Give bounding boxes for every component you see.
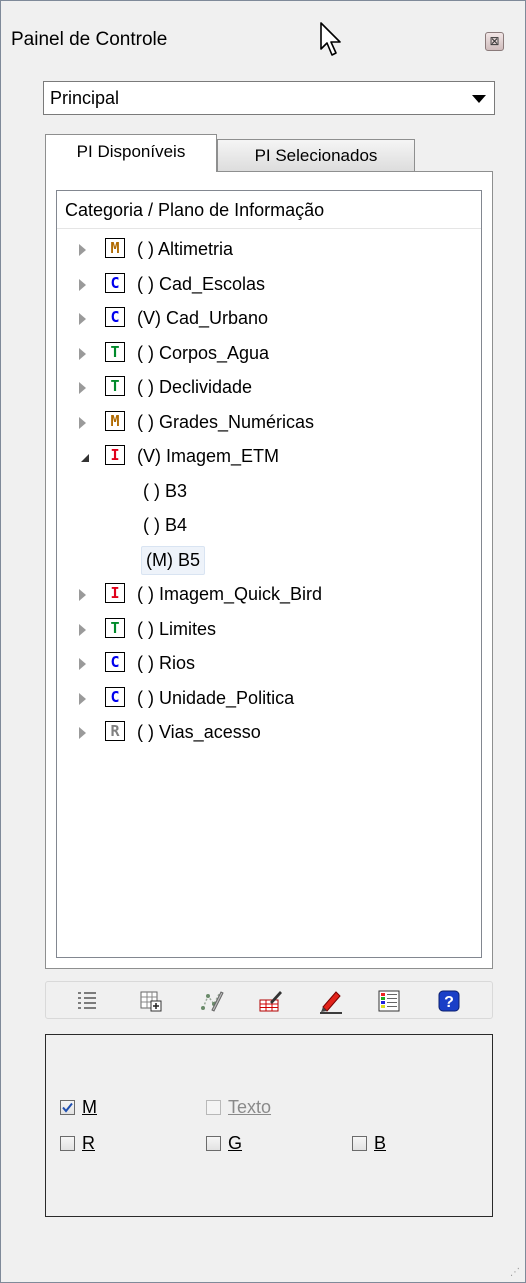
tree-item[interactable]: T ( ) Corpos_Agua: [57, 337, 481, 371]
checkbox-m-label[interactable]: M: [82, 1097, 97, 1118]
tree-item-label: ( ) Corpos_Agua: [137, 342, 270, 363]
tree-child-label: ( ) B3: [143, 480, 188, 501]
layer-tree[interactable]: Categoria / Plano de Informação M ( ) Alt…: [56, 190, 482, 958]
tree-item[interactable]: T ( ) Limites: [57, 613, 481, 647]
collapsed-arrow-icon[interactable]: [79, 658, 86, 670]
collapsed-arrow-icon[interactable]: [79, 692, 86, 705]
tree-item[interactable]: I ( ) Imagem_Quick_Bird: [57, 578, 481, 612]
close-button[interactable]: ⊠: [485, 32, 504, 51]
checkbox-b-label[interactable]: B: [374, 1133, 386, 1154]
collapsed-arrow-icon[interactable]: [79, 727, 86, 739]
layer-type-badge: C: [105, 272, 125, 293]
tree-item-label: ( ) Cad_Escolas: [137, 273, 266, 294]
toolbar: ?: [45, 981, 493, 1019]
list-icon[interactable]: [74, 988, 100, 1014]
tree-item[interactable]: C ( ) Unidade_Politica: [57, 682, 481, 716]
tree-item[interactable]: C ( ) Cad_Escolas: [57, 268, 481, 302]
collapsed-arrow-icon[interactable]: [79, 347, 86, 360]
mouse-cursor-icon: [320, 22, 341, 56]
checkbox-texto-label: Texto: [228, 1097, 272, 1117]
title-bar[interactable]: Painel de Controle ⊠: [1, 1, 525, 63]
tab-panel: Categoria / Plano de Informação M ( ) Alt…: [45, 171, 493, 969]
tree-child-item[interactable]: ( ) B3: [57, 475, 481, 509]
collapsed-arrow-icon[interactable]: [79, 382, 86, 394]
view-select-value: Principal: [50, 88, 120, 108]
checkbox-r[interactable]: [60, 1136, 75, 1151]
layer-type-badge: T: [105, 376, 125, 396]
layer-type-badge: I: [105, 445, 125, 465]
edit-points-icon[interactable]: [198, 988, 224, 1014]
tree-item[interactable]: I (V) Imagem_ETM: [57, 440, 481, 474]
checkbox-r-label[interactable]: R: [82, 1133, 95, 1154]
tree-item[interactable]: C ( ) Rios: [57, 647, 481, 681]
tree-item-label: ( ) Altimetria: [137, 239, 234, 259]
tab-pi-selecionados[interactable]: PI Selecionados: [217, 139, 415, 172]
layer-type-badge: C: [105, 686, 125, 707]
layer-type-badge: C: [105, 652, 125, 672]
tree-item-label: ( ) Grades_Numéricas: [137, 411, 315, 432]
close-icon: ⊠: [489, 34, 500, 48]
tree-item-label: ( ) Limites: [137, 618, 217, 639]
add-table-icon[interactable]: [138, 988, 164, 1014]
tree-item[interactable]: C (V) Cad_Urbano: [57, 302, 481, 336]
layer-type-badge: M: [105, 410, 125, 431]
tree-child-label: (M) B5: [141, 545, 205, 575]
collapsed-arrow-icon[interactable]: [79, 416, 86, 429]
checkbox-b[interactable]: [352, 1136, 367, 1151]
window-title: Painel de Controle: [11, 29, 168, 50]
layer-type-badge: M: [105, 238, 125, 258]
layer-type-badge: T: [105, 617, 125, 638]
checkbox-g[interactable]: [206, 1136, 221, 1151]
tree-child-label: ( ) B4: [143, 515, 188, 535]
control-panel-window: Painel de Controle ⊠ Principal PI Dispon…: [0, 0, 526, 1283]
paint-table-icon[interactable]: [258, 988, 284, 1014]
help-icon[interactable]: ?: [436, 988, 462, 1014]
tree-item-label: ( ) Vias_acesso: [137, 722, 261, 742]
layer-type-badge: C: [105, 307, 125, 327]
layer-type-badge: T: [105, 341, 125, 362]
svg-text:?: ?: [444, 994, 454, 1011]
checkbox-texto: [206, 1100, 221, 1115]
tree-item-label: ( ) Declividade: [137, 377, 253, 397]
tree-item-label: ( ) Unidade_Politica: [137, 687, 295, 708]
tree-item-label: ( ) Rios: [137, 653, 195, 673]
legend-table-icon[interactable]: [376, 988, 402, 1014]
display-options-group: M Texto R G B: [45, 1034, 493, 1217]
tree-item-label: (V) Cad_Urbano: [137, 308, 269, 328]
checkmark-icon: [62, 1102, 73, 1113]
tree-child-item[interactable]: (M) B5: [57, 544, 481, 578]
layer-type-badge: R: [105, 721, 125, 741]
collapsed-arrow-icon[interactable]: [79, 623, 86, 636]
tab-pi-disponiveis[interactable]: PI Disponíveis: [45, 134, 217, 172]
tree-item[interactable]: T ( ) Declividade: [57, 371, 481, 405]
layer-type-badge: I: [105, 583, 125, 603]
collapsed-arrow-icon[interactable]: [79, 278, 86, 291]
chevron-down-icon[interactable]: [472, 95, 486, 103]
view-select[interactable]: Principal: [43, 81, 495, 115]
expanded-arrow-icon[interactable]: [81, 454, 89, 462]
checkbox-g-label[interactable]: G: [228, 1133, 242, 1154]
tree-item-label: ( ) Imagem_Quick_Bird: [137, 584, 323, 604]
collapsed-arrow-icon[interactable]: [79, 313, 86, 325]
collapsed-arrow-icon[interactable]: [79, 244, 86, 256]
resize-grip-icon[interactable]: ⋰: [510, 1267, 520, 1278]
checkbox-m[interactable]: [60, 1100, 75, 1115]
tree-item-label: (V) Imagem_ETM: [137, 446, 280, 466]
collapsed-arrow-icon[interactable]: [79, 589, 86, 601]
tree-header[interactable]: Categoria / Plano de Informação: [57, 191, 481, 229]
tree-child-item[interactable]: ( ) B4: [57, 509, 481, 543]
pencil-icon[interactable]: [318, 988, 344, 1014]
tree-item[interactable]: M ( ) Grades_Numéricas: [57, 406, 481, 440]
tree-item[interactable]: R ( ) Vias_acesso: [57, 716, 481, 750]
tree-item[interactable]: M ( ) Altimetria: [57, 233, 481, 267]
